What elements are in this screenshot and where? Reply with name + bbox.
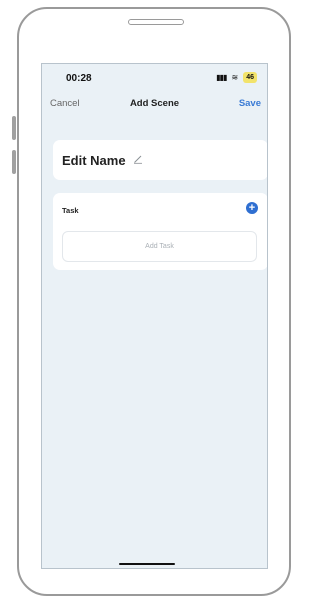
volume-down-button: [12, 150, 16, 174]
nav-bar: Cancel Add Scene Save: [42, 98, 267, 114]
task-card: Task + Add Task: [53, 193, 267, 270]
home-indicator: [119, 563, 175, 565]
page-title: Add Scene: [129, 98, 180, 109]
battery-icon: 46: [243, 72, 257, 83]
task-section-label: Task: [62, 206, 79, 215]
save-button[interactable]: Save: [239, 98, 261, 109]
add-task-button[interactable]: Add Task: [62, 231, 257, 262]
add-task-plus-icon[interactable]: +: [246, 202, 258, 214]
scene-name-card[interactable]: Edit Name: [53, 140, 267, 180]
wifi-icon: ≋: [231, 73, 239, 82]
phone-speaker: [128, 19, 184, 25]
status-icons: ▮▮▮ ≋ 46: [216, 72, 257, 83]
signal-icon: ▮▮▮: [216, 73, 227, 82]
status-bar: 00:28 ▮▮▮ ≋ 46: [42, 64, 267, 90]
status-time: 00:28: [66, 73, 92, 84]
edit-name-label[interactable]: Edit Name: [62, 153, 126, 168]
pencil-icon[interactable]: [133, 154, 143, 164]
volume-up-button: [12, 116, 16, 140]
app-screen: 00:28 ▮▮▮ ≋ 46 Cancel Add Scene Save Edi…: [41, 63, 268, 569]
